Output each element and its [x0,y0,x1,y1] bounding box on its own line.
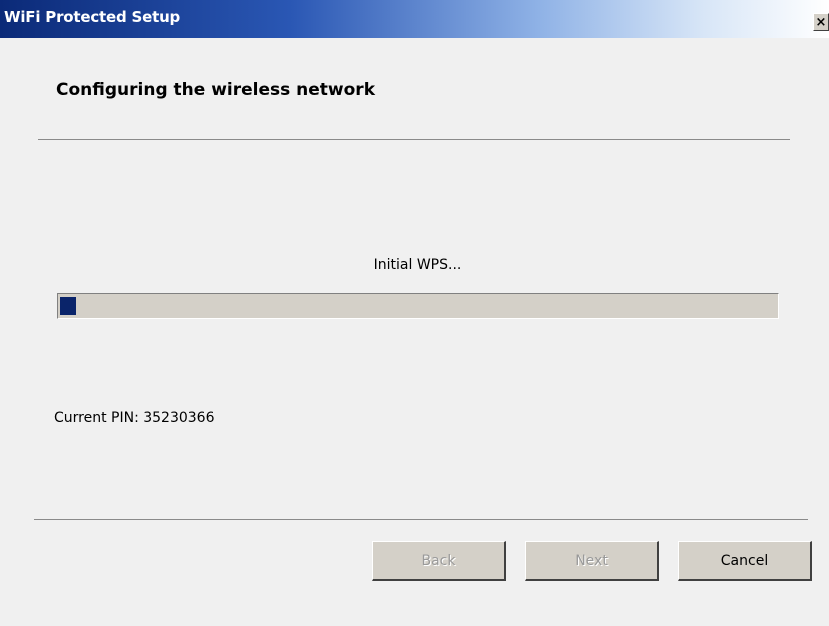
header-divider [38,139,790,140]
close-icon[interactable]: × [813,13,829,31]
cancel-button[interactable]: Cancel [678,541,812,581]
progress-bar [57,293,779,319]
progress-track [59,295,777,317]
current-pin: Current PIN: 35230366 [54,410,215,426]
progress-fill [60,297,76,315]
back-button[interactable]: Back [372,541,506,581]
footer-divider [34,519,808,520]
title-bar[interactable]: WiFi Protected Setup × [0,0,829,38]
next-button[interactable]: Next [525,541,659,581]
page-title: Configuring the wireless network [56,80,375,100]
wps-dialog: WiFi Protected Setup × Configuring the w… [0,0,829,626]
window-title: WiFi Protected Setup [4,8,181,26]
status-text: Initial WPS... [373,257,462,273]
